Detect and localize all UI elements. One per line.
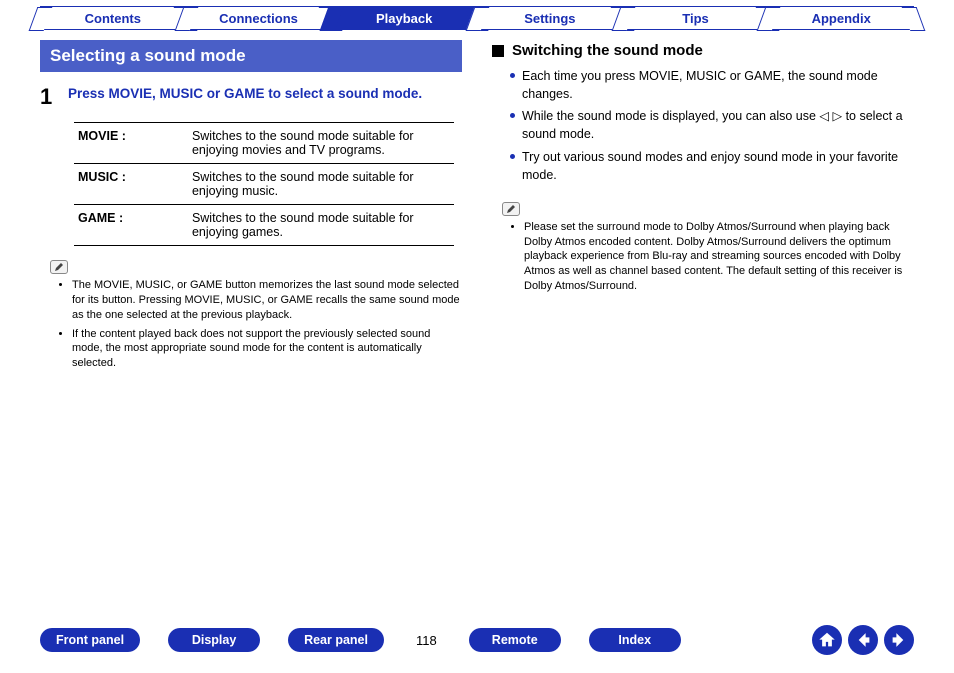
tab-settings[interactable]: Settings — [477, 6, 623, 30]
subsection-title: Switching the sound mode — [512, 42, 703, 59]
tab-tips[interactable]: Tips — [623, 6, 769, 30]
step-1: 1 Press MOVIE, MUSIC or GAME to select a… — [40, 86, 462, 108]
tab-appendix[interactable]: Appendix — [768, 6, 914, 30]
left-column: Selecting a sound mode 1 Press MOVIE, MU… — [40, 40, 462, 375]
arrow-right-icon[interactable] — [884, 625, 914, 655]
remote-button[interactable]: Remote — [469, 628, 561, 652]
step-number: 1 — [40, 86, 54, 108]
home-icon[interactable] — [812, 625, 842, 655]
tab-connections[interactable]: Connections — [186, 6, 332, 30]
mode-label: MOVIE : — [74, 123, 188, 164]
front-panel-button[interactable]: Front panel — [40, 628, 140, 652]
notes-list: The MOVIE, MUSIC, or GAME button memoriz… — [40, 278, 462, 371]
arrow-left-icon[interactable] — [848, 625, 878, 655]
tab-contents[interactable]: Contents — [40, 6, 186, 30]
pencil-icon — [502, 202, 520, 216]
right-column: Switching the sound mode Each time you p… — [492, 40, 914, 375]
mode-desc: Switches to the sound mode suitable for … — [188, 164, 454, 205]
bullet-list: Each time you press MOVIE, MUSIC or GAME… — [492, 67, 914, 184]
page-body: Selecting a sound mode 1 Press MOVIE, MU… — [0, 30, 954, 375]
note-item: If the content played back does not supp… — [72, 327, 462, 372]
square-bullet-icon — [492, 45, 504, 57]
notes-list: Please set the surround mode to Dolby At… — [492, 220, 914, 294]
step-instruction: Press MOVIE, MUSIC or GAME to select a s… — [68, 86, 422, 108]
mode-label: MUSIC : — [74, 164, 188, 205]
bottom-bar: Front panel Display Rear panel 118 Remot… — [0, 625, 954, 655]
mode-desc: Switches to the sound mode suitable for … — [188, 205, 454, 246]
subsection-heading: Switching the sound mode — [492, 42, 914, 59]
page-number: 118 — [412, 633, 441, 648]
note-item: Please set the surround mode to Dolby At… — [524, 220, 914, 294]
bullet-item: Each time you press MOVIE, MUSIC or GAME… — [510, 67, 914, 103]
bullet-item: While the sound mode is displayed, you c… — [510, 107, 914, 143]
table-row: GAME : Switches to the sound mode suitab… — [74, 205, 454, 246]
sound-mode-table: MOVIE : Switches to the sound mode suita… — [74, 122, 454, 246]
index-button[interactable]: Index — [589, 628, 681, 652]
top-nav: Contents Connections Playback Settings T… — [0, 0, 954, 30]
display-button[interactable]: Display — [168, 628, 260, 652]
note-item: The MOVIE, MUSIC, or GAME button memoriz… — [72, 278, 462, 323]
mode-label: GAME : — [74, 205, 188, 246]
rear-panel-button[interactable]: Rear panel — [288, 628, 384, 652]
pencil-icon — [50, 260, 68, 274]
section-title: Selecting a sound mode — [40, 40, 462, 72]
bullet-item: Try out various sound modes and enjoy so… — [510, 148, 914, 184]
mode-desc: Switches to the sound mode suitable for … — [188, 123, 454, 164]
table-row: MOVIE : Switches to the sound mode suita… — [74, 123, 454, 164]
table-row: MUSIC : Switches to the sound mode suita… — [74, 164, 454, 205]
nav-icon-group — [812, 625, 914, 655]
tab-playback[interactable]: Playback — [331, 6, 477, 30]
